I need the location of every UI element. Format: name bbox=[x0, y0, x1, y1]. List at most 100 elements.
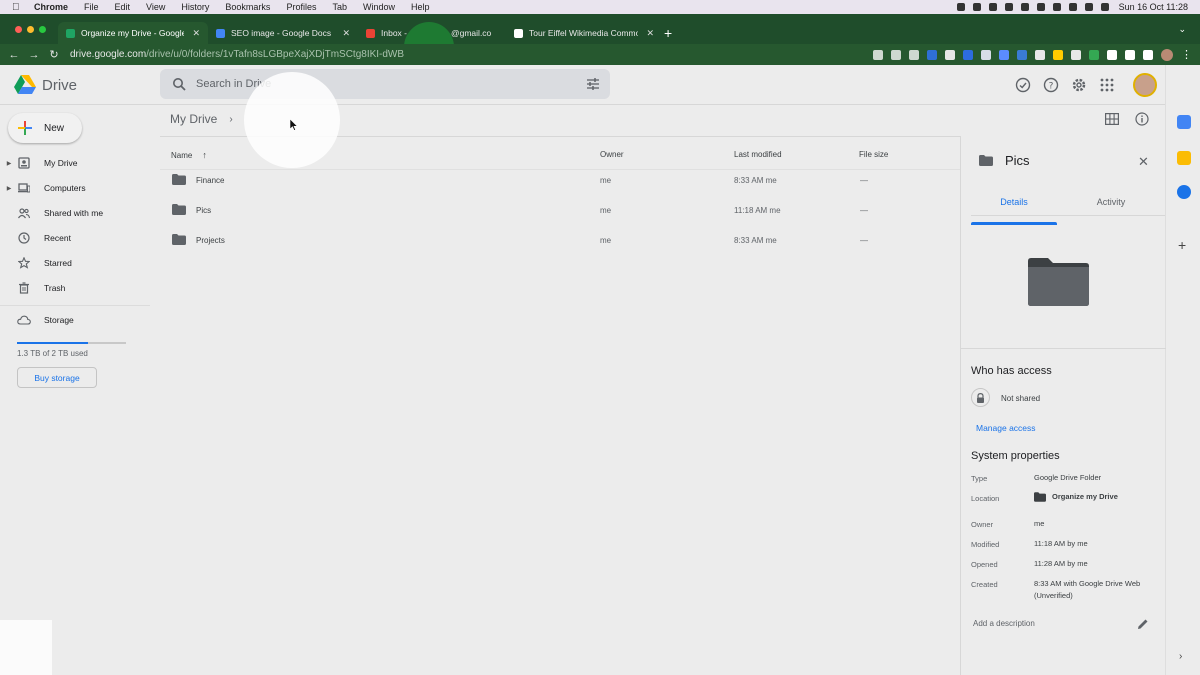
menu-bookmarks[interactable]: Bookmarks bbox=[225, 2, 270, 12]
extension-icon[interactable] bbox=[945, 49, 955, 60]
side-panel-icon[interactable] bbox=[1143, 49, 1153, 60]
menu-file[interactable]: File bbox=[84, 2, 99, 12]
hide-side-panel-icon[interactable]: › bbox=[1179, 651, 1182, 662]
forward-arrow-icon[interactable]: → bbox=[24, 49, 44, 61]
search-options-icon[interactable] bbox=[586, 77, 600, 91]
menu-view[interactable]: View bbox=[146, 2, 165, 12]
tab-activity[interactable]: Activity bbox=[1068, 197, 1154, 207]
browser-menu-icon[interactable]: ⋮ bbox=[1181, 48, 1192, 61]
expand-caret-icon[interactable]: ▶ bbox=[4, 185, 14, 192]
column-size-header[interactable]: File size bbox=[859, 150, 888, 159]
search-input[interactable] bbox=[196, 78, 576, 90]
browser-tab-wikimedia[interactable]: Tour Eiffel Wikimedia Commons ✕ bbox=[506, 22, 662, 44]
puzzle-extensions-icon[interactable] bbox=[1107, 49, 1117, 60]
tab-details[interactable]: Details bbox=[971, 197, 1057, 225]
calendar-icon[interactable] bbox=[1177, 115, 1191, 129]
column-owner-header[interactable]: Owner bbox=[600, 150, 624, 159]
back-arrow-icon[interactable]: ← bbox=[4, 49, 24, 61]
tab-close-icon[interactable]: ✕ bbox=[192, 28, 200, 39]
wifi-icon[interactable] bbox=[1068, 3, 1077, 11]
battery-icon[interactable] bbox=[1084, 3, 1093, 11]
tasks-icon[interactable] bbox=[1177, 185, 1191, 199]
sidebar-item-recent[interactable]: Recent bbox=[0, 227, 150, 249]
sidebar-item-trash[interactable]: Trash bbox=[0, 277, 150, 299]
browser-tab-drive[interactable]: Organize my Drive - Google Dr ✕ bbox=[58, 22, 208, 44]
table-row[interactable]: Pics me 11:18 AM me — bbox=[160, 195, 960, 225]
status-icon[interactable] bbox=[1004, 3, 1013, 11]
status-icon[interactable] bbox=[988, 3, 997, 11]
extension-icon[interactable] bbox=[1017, 49, 1027, 60]
table-row[interactable]: Finance me 8:33 AM me — bbox=[160, 165, 960, 195]
minimize-window-button[interactable] bbox=[27, 26, 34, 33]
new-tab-button[interactable]: + bbox=[664, 22, 672, 44]
status-icon[interactable] bbox=[972, 3, 981, 11]
menu-edit[interactable]: Edit bbox=[115, 2, 131, 12]
column-name-header[interactable]: Name ↑ bbox=[171, 150, 207, 160]
extension-icon[interactable] bbox=[1053, 49, 1063, 60]
tab-close-icon[interactable]: ✕ bbox=[646, 28, 654, 39]
grid-view-icon[interactable] bbox=[1105, 113, 1119, 125]
sidebar-item-starred[interactable]: Starred bbox=[0, 252, 150, 274]
reload-icon[interactable]: ↻ bbox=[44, 48, 64, 61]
location-chip[interactable]: Organize my Drive bbox=[1034, 491, 1162, 503]
buy-storage-button[interactable]: Buy storage bbox=[17, 367, 97, 388]
sidebar-item-computers[interactable]: ▶ Computers bbox=[0, 177, 150, 199]
tab-close-icon[interactable]: ✕ bbox=[342, 28, 350, 39]
tab-search-chevron-icon[interactable]: ⌄ bbox=[1178, 24, 1186, 35]
account-avatar[interactable] bbox=[1133, 73, 1157, 97]
menu-app-name[interactable]: Chrome bbox=[34, 2, 68, 12]
extension-icon[interactable] bbox=[1071, 49, 1081, 60]
install-icon[interactable] bbox=[873, 49, 883, 60]
add-description-field[interactable]: Add a description bbox=[973, 619, 1035, 628]
menu-bar-clock[interactable]: Sun 16 Oct 11:28 bbox=[1119, 2, 1188, 12]
column-modified-header[interactable]: Last modified bbox=[734, 150, 782, 159]
status-icon[interactable] bbox=[1052, 3, 1061, 11]
manage-access-link[interactable]: Manage access bbox=[976, 423, 1036, 433]
zoom-window-button[interactable] bbox=[39, 26, 46, 33]
lock-badge bbox=[971, 388, 990, 407]
extension-icon[interactable] bbox=[1035, 49, 1045, 60]
new-button[interactable]: New bbox=[8, 113, 82, 143]
help-icon[interactable]: ? bbox=[1043, 77, 1059, 93]
status-icon[interactable] bbox=[1036, 3, 1045, 11]
apple-icon[interactable]:  bbox=[12, 2, 24, 13]
search-icon[interactable] bbox=[1100, 3, 1109, 11]
menu-tab[interactable]: Tab bbox=[332, 2, 347, 12]
menu-history[interactable]: History bbox=[181, 2, 209, 12]
drive-logo[interactable]: Drive bbox=[14, 75, 77, 95]
settings-icon[interactable] bbox=[1071, 77, 1087, 93]
cast-icon[interactable] bbox=[1125, 49, 1135, 60]
extension-icon[interactable] bbox=[1089, 49, 1099, 60]
search-bar[interactable] bbox=[160, 69, 610, 99]
search-icon[interactable] bbox=[172, 77, 186, 91]
offline-status-icon[interactable] bbox=[1015, 77, 1031, 93]
extension-icon[interactable] bbox=[963, 49, 973, 60]
share-icon[interactable] bbox=[891, 49, 901, 60]
get-addons-icon[interactable]: + bbox=[1178, 237, 1186, 253]
browser-profile-avatar[interactable] bbox=[1161, 48, 1173, 61]
menu-profiles[interactable]: Profiles bbox=[286, 2, 316, 12]
expand-caret-icon[interactable]: ▶ bbox=[4, 160, 14, 167]
close-icon[interactable]: ✕ bbox=[1138, 154, 1149, 170]
sidebar-item-shared-with-me[interactable]: Shared with me bbox=[0, 202, 150, 224]
sidebar-item-my-drive[interactable]: ▶ My Drive bbox=[0, 152, 150, 174]
table-row[interactable]: Projects me 8:33 AM me — bbox=[160, 225, 960, 255]
address-bar[interactable]: drive.google.com/drive/u/0/folders/1vTaf… bbox=[70, 49, 404, 60]
browser-tab-docs[interactable]: SEO image - Google Docs ✕ bbox=[208, 22, 358, 44]
bookmark-star-icon[interactable] bbox=[909, 49, 919, 60]
info-icon[interactable] bbox=[1135, 112, 1149, 126]
menu-help[interactable]: Help bbox=[411, 2, 430, 12]
status-icon[interactable] bbox=[1020, 3, 1029, 11]
extension-icon[interactable] bbox=[927, 49, 937, 60]
extension-icon[interactable] bbox=[999, 49, 1009, 60]
edit-pencil-icon[interactable] bbox=[1137, 618, 1149, 630]
menu-window[interactable]: Window bbox=[363, 2, 395, 12]
status-icon[interactable] bbox=[956, 3, 965, 11]
extension-icon[interactable] bbox=[981, 49, 991, 60]
sort-arrow-up-icon[interactable]: ↑ bbox=[202, 150, 207, 160]
close-window-button[interactable] bbox=[15, 26, 22, 33]
breadcrumb-my-drive[interactable]: My Drive bbox=[170, 112, 217, 126]
keep-icon[interactable] bbox=[1177, 151, 1191, 165]
sidebar-item-storage[interactable]: Storage bbox=[0, 315, 74, 325]
apps-grid-icon[interactable] bbox=[1099, 77, 1115, 93]
